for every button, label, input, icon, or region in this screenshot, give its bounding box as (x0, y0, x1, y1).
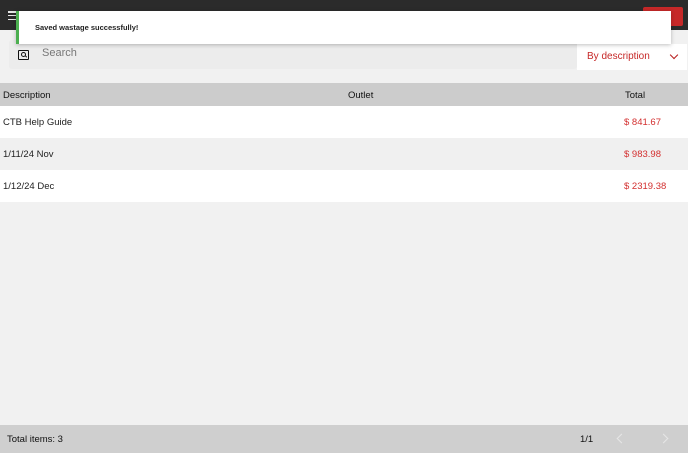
search-icon (18, 50, 29, 60)
header-total[interactable]: Total (625, 90, 645, 101)
pagination-footer: Total items: 3 1/1 (0, 425, 688, 453)
chevron-down-icon (669, 50, 679, 60)
page-indicator: 1/1 (580, 434, 594, 445)
header-description[interactable]: Description (3, 90, 51, 101)
table-row[interactable]: CTB Help Guide $ 841.67 (0, 106, 688, 138)
chevron-right-icon[interactable] (660, 434, 669, 443)
row-total: $ 2319.38 (624, 181, 667, 192)
table-row[interactable]: 1/12/24 Dec $ 2319.38 (0, 170, 688, 202)
row-total: $ 841.67 (624, 117, 661, 128)
row-description: 1/11/24 Nov (3, 149, 54, 160)
total-items-count: Total items: 3 (7, 434, 63, 445)
sort-dropdown[interactable]: By description (577, 44, 687, 70)
chevron-left-icon[interactable] (615, 434, 624, 443)
row-total: $ 983.98 (624, 149, 661, 160)
success-toast: Saved wastage successfully! (16, 11, 671, 44)
sort-selected-label: By description (587, 51, 650, 62)
table-header: Description Outlet Total (0, 83, 688, 106)
row-description: 1/12/24 Dec (3, 181, 55, 192)
toast-message: Saved wastage successfully! (35, 23, 139, 32)
header-outlet[interactable]: Outlet (348, 90, 373, 101)
row-description: CTB Help Guide (3, 117, 73, 128)
table-row[interactable]: 1/11/24 Nov $ 983.98 (0, 138, 688, 170)
search-input[interactable] (42, 47, 542, 59)
search-bar[interactable] (9, 40, 577, 69)
